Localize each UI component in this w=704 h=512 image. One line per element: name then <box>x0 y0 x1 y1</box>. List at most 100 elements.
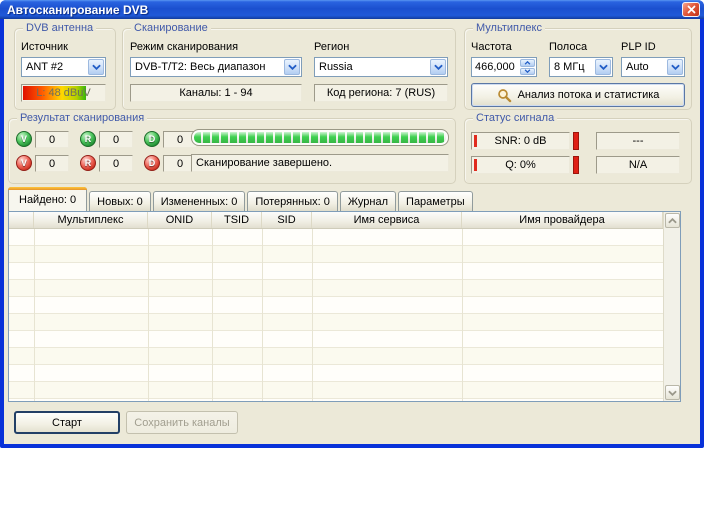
indicator-radio-red-count: 0 <box>99 155 133 172</box>
quality-meter: Q: 0% <box>471 156 570 174</box>
desktop: Автосканирование DVB DVB антенна Источни… <box>0 0 704 512</box>
dialog-client-area: DVB антенна Источник ANT #2 L: 48 dBuV С… <box>4 19 700 444</box>
frequency-spinner[interactable] <box>471 57 537 77</box>
autoscan-dvb-window: Автосканирование DVB DVB антенна Источни… <box>0 0 704 448</box>
indicator-radio-red-icon: R <box>80 155 96 171</box>
titlebar[interactable]: Автосканирование DVB <box>0 0 704 19</box>
tab-lost[interactable]: Потерянных: 0 <box>247 191 338 211</box>
source-label: Источник <box>21 41 68 53</box>
quality-meter-fill <box>474 159 477 171</box>
results-tab-strip: Найдено: 0 Новых: 0 Измененных: 0 Потеря… <box>8 187 475 211</box>
channel-table: Мультиплекс ONID TSID SID Имя сервиса Им… <box>8 211 681 402</box>
signal-status-group: Статус сигнала SNR: 0 dB --- Q: 0% N/A <box>464 118 692 184</box>
scan-progress-fill <box>194 132 446 143</box>
snr-text: SNR: 0 dB <box>495 135 547 147</box>
indicator-video-red-icon: V <box>16 155 32 171</box>
snr-extra-field: --- <box>596 132 680 150</box>
window-title: Автосканирование DVB <box>7 3 682 17</box>
multiplex-group-title: Мультиплекс <box>473 21 545 36</box>
signal-level-text: L: 48 dBuV <box>22 87 105 99</box>
signal-level-meter: L: 48 dBuV <box>21 84 106 102</box>
column-header-service-name[interactable]: Имя сервиса <box>312 212 462 228</box>
column-header-icon[interactable] <box>9 212 34 228</box>
bandwidth-label: Полоса <box>549 41 587 53</box>
analyze-stream-label: Анализ потока и статистика <box>518 89 660 101</box>
quality-text: Q: 0% <box>505 159 536 171</box>
table-grid-line <box>312 229 313 401</box>
region-value: Russia <box>315 61 429 73</box>
table-grid-line <box>34 229 35 401</box>
scan-result-group: Результат сканирования V 0 R 0 D 0 V 0 R… <box>8 118 456 184</box>
plp-id-select[interactable]: Auto <box>621 57 685 77</box>
tab-log[interactable]: Журнал <box>340 191 396 211</box>
bandwidth-select[interactable]: 8 МГц <box>549 57 613 77</box>
scroll-up-icon[interactable] <box>665 213 680 228</box>
scroll-down-icon[interactable] <box>665 385 680 400</box>
snr-meter: SNR: 0 dB <box>471 132 570 150</box>
chevron-down-icon[interactable] <box>595 59 611 75</box>
plp-id-label: PLP ID <box>621 41 656 53</box>
signal-status-group-title: Статус сигнала <box>473 111 557 126</box>
indicator-video-green-count: 0 <box>35 131 69 148</box>
bandwidth-value: 8 МГц <box>550 61 594 73</box>
chevron-down-icon[interactable] <box>667 59 683 75</box>
frequency-input[interactable] <box>472 58 519 76</box>
chevron-down-icon[interactable] <box>88 59 104 75</box>
magnifier-icon <box>497 88 512 103</box>
scan-status-field: Сканирование завершено. <box>191 154 449 172</box>
spin-down-icon[interactable] <box>520 68 535 76</box>
close-icon <box>687 5 696 14</box>
indicator-video-green-icon: V <box>16 131 32 147</box>
channel-table-header: Мультиплекс ONID TSID SID Имя сервиса Им… <box>9 212 663 229</box>
snr-meter-fill <box>474 135 477 147</box>
scan-progress-bar <box>191 129 449 146</box>
scan-group-title: Сканирование <box>131 21 211 36</box>
channel-table-body[interactable] <box>9 229 663 401</box>
spin-up-icon[interactable] <box>520 59 535 67</box>
antenna-group-title: DVB антенна <box>23 21 96 36</box>
antenna-source-select[interactable]: ANT #2 <box>21 57 106 77</box>
quality-marker <box>573 156 579 174</box>
region-select[interactable]: Russia <box>314 57 448 77</box>
tab-changed[interactable]: Измененных: 0 <box>153 191 246 211</box>
column-header-onid[interactable]: ONID <box>148 212 212 228</box>
column-header-sid[interactable]: SID <box>262 212 312 228</box>
vertical-scrollbar[interactable] <box>663 212 680 401</box>
indicator-radio-green-count: 0 <box>99 131 133 148</box>
scan-mode-label: Режим сканирования <box>130 41 238 53</box>
channels-range-field: Каналы: 1 - 94 <box>130 84 302 102</box>
scan-mode-value: DVB-T/T2: Весь диапазон <box>131 61 283 73</box>
save-channels-button: Сохранить каналы <box>126 411 238 434</box>
tab-parameters[interactable]: Параметры <box>398 191 473 211</box>
region-label: Регион <box>314 41 349 53</box>
table-grid-line <box>462 229 463 401</box>
column-header-multiplex[interactable]: Мультиплекс <box>34 212 148 228</box>
plp-id-value: Auto <box>622 61 666 73</box>
table-grid-line <box>262 229 263 401</box>
antenna-group: DVB антенна Источник ANT #2 L: 48 dBuV <box>14 28 116 110</box>
tab-new[interactable]: Новых: 0 <box>89 191 151 211</box>
multiplex-group: Мультиплекс Частота Полоса 8 МГц <box>464 28 692 110</box>
snr-marker <box>573 132 579 150</box>
scan-result-group-title: Результат сканирования <box>17 111 147 126</box>
table-grid-line <box>212 229 213 401</box>
chevron-down-icon[interactable] <box>284 59 300 75</box>
indicator-video-red-count: 0 <box>35 155 69 172</box>
table-grid-line <box>148 229 149 401</box>
tab-found[interactable]: Найдено: 0 <box>8 187 87 211</box>
analyze-stream-button[interactable]: Анализ потока и статистика <box>471 83 685 107</box>
column-header-tsid[interactable]: TSID <box>212 212 262 228</box>
start-button[interactable]: Старт <box>14 411 120 434</box>
indicator-radio-green-icon: R <box>80 131 96 147</box>
quality-extra-field: N/A <box>596 156 680 174</box>
scan-group: Сканирование Режим сканирования DVB-T/T2… <box>122 28 456 110</box>
indicator-data-red-icon: D <box>144 155 160 171</box>
antenna-source-value: ANT #2 <box>22 61 87 73</box>
column-header-provider-name[interactable]: Имя провайдера <box>462 212 663 228</box>
scan-mode-select[interactable]: DVB-T/T2: Весь диапазон <box>130 57 302 77</box>
close-button[interactable] <box>682 2 700 17</box>
chevron-down-icon[interactable] <box>430 59 446 75</box>
region-code-field: Код региона: 7 (RUS) <box>314 84 448 102</box>
indicator-data-green-icon: D <box>144 131 160 147</box>
frequency-label: Частота <box>471 41 512 53</box>
